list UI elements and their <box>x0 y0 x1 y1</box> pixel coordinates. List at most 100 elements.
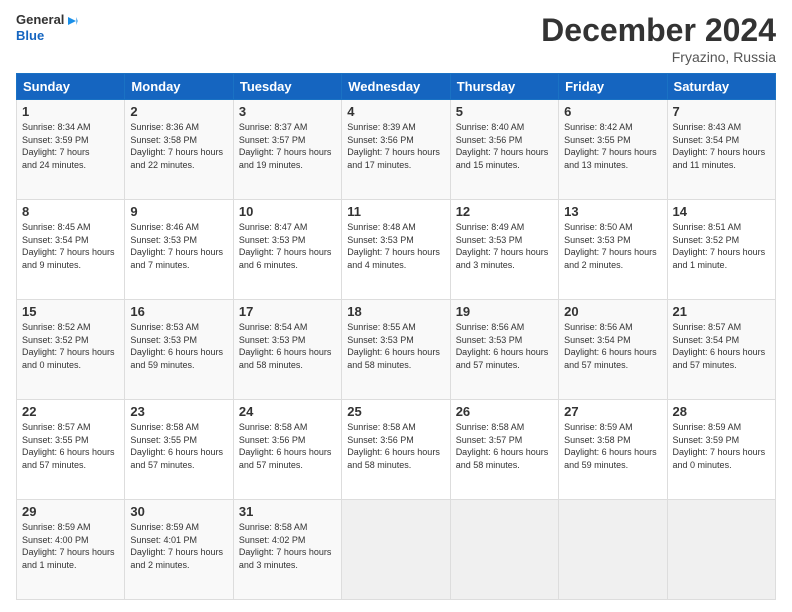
table-row: 27 Sunrise: 8:59 AM Sunset: 3:58 PM Dayli… <box>559 400 667 500</box>
calendar-week: 8 Sunrise: 8:45 AM Sunset: 3:54 PM Daylig… <box>17 200 776 300</box>
col-friday: Friday <box>559 74 667 100</box>
table-row: 1 Sunrise: 8:34 AM Sunset: 3:59 PM Daylig… <box>17 100 125 200</box>
month-title: December 2024 <box>541 12 776 49</box>
header: General Blue December 2024 Fryazino, Rus… <box>16 12 776 65</box>
day-info: Sunrise: 8:58 AM Sunset: 3:55 PM Dayligh… <box>130 421 227 471</box>
header-row: Sunday Monday Tuesday Wednesday Thursday… <box>17 74 776 100</box>
day-info: Sunrise: 8:58 AM Sunset: 3:57 PM Dayligh… <box>456 421 553 471</box>
table-row: 26 Sunrise: 8:58 AM Sunset: 3:57 PM Dayli… <box>450 400 558 500</box>
day-info: Sunrise: 8:51 AM Sunset: 3:52 PM Dayligh… <box>673 221 770 271</box>
day-number: 16 <box>130 304 227 319</box>
table-row: 18 Sunrise: 8:55 AM Sunset: 3:53 PM Dayli… <box>342 300 450 400</box>
col-sunday: Sunday <box>17 74 125 100</box>
day-info: Sunrise: 8:39 AM Sunset: 3:56 PM Dayligh… <box>347 121 444 171</box>
table-row: 29 Sunrise: 8:59 AM Sunset: 4:00 PM Dayli… <box>17 500 125 600</box>
calendar-week: 29 Sunrise: 8:59 AM Sunset: 4:00 PM Dayli… <box>17 500 776 600</box>
table-row: 10 Sunrise: 8:47 AM Sunset: 3:53 PM Dayli… <box>233 200 341 300</box>
day-number: 19 <box>456 304 553 319</box>
col-thursday: Thursday <box>450 74 558 100</box>
table-row: 19Sunrise: 8:56 AM Sunset: 3:53 PM Dayli… <box>450 300 558 400</box>
table-row: 6Sunrise: 8:42 AM Sunset: 3:55 PM Daylig… <box>559 100 667 200</box>
table-row <box>450 500 558 600</box>
table-row: 13 Sunrise: 8:50 AM Sunset: 3:53 PM Dayli… <box>559 200 667 300</box>
day-info: Sunrise: 8:36 AM Sunset: 3:58 PM Dayligh… <box>130 121 227 171</box>
day-info: Sunrise: 8:59 AM Sunset: 3:59 PM Dayligh… <box>673 421 770 471</box>
table-row <box>342 500 450 600</box>
table-row: 24 Sunrise: 8:58 AM Sunset: 3:56 PM Dayli… <box>233 400 341 500</box>
day-info: Sunrise: 8:43 AM Sunset: 3:54 PM Dayligh… <box>673 121 770 171</box>
table-row: 11Sunrise: 8:48 AM Sunset: 3:53 PM Dayli… <box>342 200 450 300</box>
day-info: Sunrise: 8:57 AM Sunset: 3:55 PM Dayligh… <box>22 421 119 471</box>
table-row: 5Sunrise: 8:40 AM Sunset: 3:56 PM Daylig… <box>450 100 558 200</box>
day-info: Sunrise: 8:45 AM Sunset: 3:54 PM Dayligh… <box>22 221 119 271</box>
day-number: 27 <box>564 404 661 419</box>
day-info: Sunrise: 8:47 AM Sunset: 3:53 PM Dayligh… <box>239 221 336 271</box>
day-info: Sunrise: 8:53 AM Sunset: 3:53 PM Dayligh… <box>130 321 227 371</box>
day-info: Sunrise: 8:49 AM Sunset: 3:53 PM Dayligh… <box>456 221 553 271</box>
day-number: 18 <box>347 304 444 319</box>
col-saturday: Saturday <box>667 74 775 100</box>
table-row: 2 Sunrise: 8:36 AM Sunset: 3:58 PM Daylig… <box>125 100 233 200</box>
table-row: 9 Sunrise: 8:46 AM Sunset: 3:53 PM Daylig… <box>125 200 233 300</box>
day-number: 10 <box>239 204 336 219</box>
day-number: 17 <box>239 304 336 319</box>
day-number: 2 <box>130 104 227 119</box>
day-number: 22 <box>22 404 119 419</box>
day-number: 15 <box>22 304 119 319</box>
table-row <box>667 500 775 600</box>
day-info: Sunrise: 8:58 AM Sunset: 3:56 PM Dayligh… <box>347 421 444 471</box>
day-number: 9 <box>130 204 227 219</box>
day-info: Sunrise: 8:58 AM Sunset: 3:56 PM Dayligh… <box>239 421 336 471</box>
day-info: Sunrise: 8:54 AM Sunset: 3:53 PM Dayligh… <box>239 321 336 371</box>
day-info: Sunrise: 8:52 AM Sunset: 3:52 PM Dayligh… <box>22 321 119 371</box>
table-row: 28Sunrise: 8:59 AM Sunset: 3:59 PM Dayli… <box>667 400 775 500</box>
calendar-week: 22 Sunrise: 8:57 AM Sunset: 3:55 PM Dayli… <box>17 400 776 500</box>
day-info: Sunrise: 8:37 AM Sunset: 3:57 PM Dayligh… <box>239 121 336 171</box>
table-row: 23Sunrise: 8:58 AM Sunset: 3:55 PM Dayli… <box>125 400 233 500</box>
table-row <box>559 500 667 600</box>
table-row: 16 Sunrise: 8:53 AM Sunset: 3:53 PM Dayli… <box>125 300 233 400</box>
day-number: 31 <box>239 504 336 519</box>
title-block: December 2024 Fryazino, Russia <box>541 12 776 65</box>
day-info: Sunrise: 8:58 AM Sunset: 4:02 PM Dayligh… <box>239 521 336 571</box>
calendar-week: 1 Sunrise: 8:34 AM Sunset: 3:59 PM Daylig… <box>17 100 776 200</box>
day-number: 13 <box>564 204 661 219</box>
table-row: 3Sunrise: 8:37 AM Sunset: 3:57 PM Daylig… <box>233 100 341 200</box>
logo: General Blue <box>16 12 78 43</box>
day-info: Sunrise: 8:55 AM Sunset: 3:53 PM Dayligh… <box>347 321 444 371</box>
logo-wordmark: General Blue <box>16 12 78 43</box>
day-number: 8 <box>22 204 119 219</box>
table-row: 21Sunrise: 8:57 AM Sunset: 3:54 PM Dayli… <box>667 300 775 400</box>
day-number: 7 <box>673 104 770 119</box>
day-number: 21 <box>673 304 770 319</box>
table-row: 20Sunrise: 8:56 AM Sunset: 3:54 PM Dayli… <box>559 300 667 400</box>
table-row: 14 Sunrise: 8:51 AM Sunset: 3:52 PM Dayli… <box>667 200 775 300</box>
day-number: 29 <box>22 504 119 519</box>
table-row: 8 Sunrise: 8:45 AM Sunset: 3:54 PM Daylig… <box>17 200 125 300</box>
day-info: Sunrise: 8:59 AM Sunset: 4:01 PM Dayligh… <box>130 521 227 571</box>
day-number: 24 <box>239 404 336 419</box>
day-info: Sunrise: 8:34 AM Sunset: 3:59 PM Dayligh… <box>22 121 119 171</box>
day-number: 6 <box>564 104 661 119</box>
calendar-table: Sunday Monday Tuesday Wednesday Thursday… <box>16 73 776 600</box>
table-row: 22 Sunrise: 8:57 AM Sunset: 3:55 PM Dayli… <box>17 400 125 500</box>
table-row: 4 Sunrise: 8:39 AM Sunset: 3:56 PM Daylig… <box>342 100 450 200</box>
col-tuesday: Tuesday <box>233 74 341 100</box>
table-row: 15 Sunrise: 8:52 AM Sunset: 3:52 PM Dayli… <box>17 300 125 400</box>
calendar-week: 15 Sunrise: 8:52 AM Sunset: 3:52 PM Dayli… <box>17 300 776 400</box>
table-row: 12Sunrise: 8:49 AM Sunset: 3:53 PM Dayli… <box>450 200 558 300</box>
day-info: Sunrise: 8:59 AM Sunset: 4:00 PM Dayligh… <box>22 521 119 571</box>
day-number: 26 <box>456 404 553 419</box>
table-row: 30 Sunrise: 8:59 AM Sunset: 4:01 PM Dayli… <box>125 500 233 600</box>
day-number: 25 <box>347 404 444 419</box>
col-monday: Monday <box>125 74 233 100</box>
day-info: Sunrise: 8:50 AM Sunset: 3:53 PM Dayligh… <box>564 221 661 271</box>
day-number: 14 <box>673 204 770 219</box>
day-number: 30 <box>130 504 227 519</box>
table-row: 17 Sunrise: 8:54 AM Sunset: 3:53 PM Dayli… <box>233 300 341 400</box>
day-info: Sunrise: 8:46 AM Sunset: 3:53 PM Dayligh… <box>130 221 227 271</box>
day-info: Sunrise: 8:40 AM Sunset: 3:56 PM Dayligh… <box>456 121 553 171</box>
day-number: 4 <box>347 104 444 119</box>
day-info: Sunrise: 8:59 AM Sunset: 3:58 PM Dayligh… <box>564 421 661 471</box>
day-number: 1 <box>22 104 119 119</box>
